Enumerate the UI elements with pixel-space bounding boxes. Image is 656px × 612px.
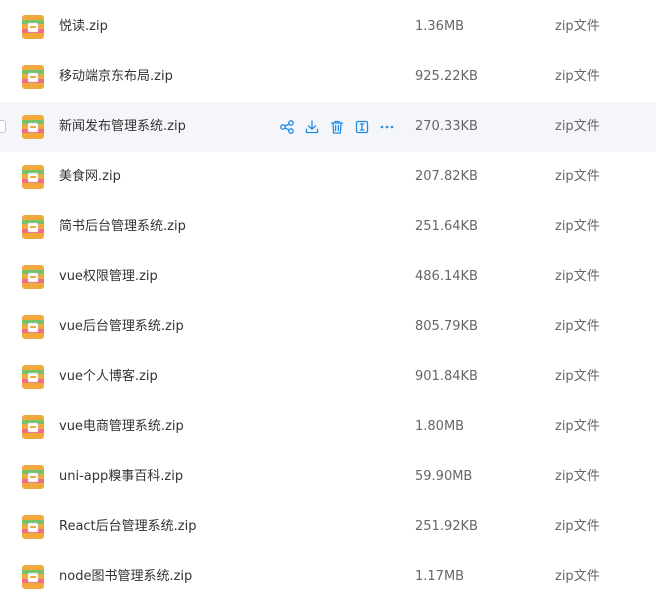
- file-size: 1.17MB: [415, 569, 465, 584]
- file-row[interactable]: 移动端京东布局.zip 925.22KB zip文件: [0, 52, 656, 102]
- zip-file-icon: [22, 65, 44, 89]
- file-size: 251.92KB: [415, 519, 478, 534]
- file-row-hovered[interactable]: 新闻发布管理系统.zip 270.33KB zip文件: [0, 102, 656, 152]
- file-list: 悦读.zip 1.36MB zip文件 移动端京东布局.zip 925.22KB…: [0, 2, 656, 602]
- file-type: zip文件: [555, 169, 600, 184]
- delete-icon[interactable]: [329, 119, 345, 135]
- file-size: 270.33KB: [415, 119, 478, 134]
- file-name[interactable]: 悦读.zip: [59, 2, 108, 52]
- file-size: 207.82KB: [415, 169, 478, 184]
- file-type: zip文件: [555, 19, 600, 34]
- file-size: 1.36MB: [415, 19, 465, 34]
- file-size: 251.64KB: [415, 219, 478, 234]
- file-name[interactable]: vue后台管理系统.zip: [59, 302, 184, 352]
- zip-file-icon: [22, 465, 44, 489]
- file-type: zip文件: [555, 269, 600, 284]
- file-name[interactable]: vue权限管理.zip: [59, 252, 158, 302]
- file-type: zip文件: [555, 119, 600, 134]
- file-type: zip文件: [555, 519, 600, 534]
- file-row[interactable]: vue后台管理系统.zip 805.79KB zip文件: [0, 302, 656, 352]
- file-name[interactable]: vue电商管理系统.zip: [59, 402, 184, 452]
- file-size: 59.90MB: [415, 469, 473, 484]
- file-type: zip文件: [555, 69, 600, 84]
- zip-file-icon: [22, 315, 44, 339]
- file-size: 805.79KB: [415, 319, 478, 334]
- file-size: 925.22KB: [415, 69, 478, 84]
- zip-file-icon: [22, 565, 44, 589]
- file-name[interactable]: React后台管理系统.zip: [59, 502, 196, 552]
- file-row[interactable]: vue权限管理.zip 486.14KB zip文件: [0, 252, 656, 302]
- file-row[interactable]: uni-app糗事百科.zip 59.90MB zip文件: [0, 452, 656, 502]
- file-type: zip文件: [555, 319, 600, 334]
- rename-icon[interactable]: [354, 119, 370, 135]
- zip-file-icon: [22, 115, 44, 139]
- file-size: 1.80MB: [415, 419, 465, 434]
- file-name[interactable]: 美食网.zip: [59, 152, 121, 202]
- zip-file-icon: [22, 215, 44, 239]
- file-row[interactable]: 简书后台管理系统.zip 251.64KB zip文件: [0, 202, 656, 252]
- file-name[interactable]: 新闻发布管理系统.zip: [59, 102, 186, 152]
- file-row[interactable]: vue电商管理系统.zip 1.80MB zip文件: [0, 402, 656, 452]
- file-size: 901.84KB: [415, 369, 478, 384]
- file-row[interactable]: node图书管理系统.zip 1.17MB zip文件: [0, 552, 656, 602]
- zip-file-icon: [22, 265, 44, 289]
- file-name[interactable]: 移动端京东布局.zip: [59, 52, 173, 102]
- zip-file-icon: [22, 165, 44, 189]
- zip-file-icon: [22, 515, 44, 539]
- file-name[interactable]: uni-app糗事百科.zip: [59, 452, 183, 502]
- file-type: zip文件: [555, 419, 600, 434]
- more-icon[interactable]: [379, 119, 395, 135]
- share-icon[interactable]: [279, 119, 295, 135]
- file-row[interactable]: 美食网.zip 207.82KB zip文件: [0, 152, 656, 202]
- zip-file-icon: [22, 15, 44, 39]
- zip-file-icon: [22, 365, 44, 389]
- file-size: 486.14KB: [415, 269, 478, 284]
- file-row[interactable]: vue个人博客.zip 901.84KB zip文件: [0, 352, 656, 402]
- row-actions: [279, 119, 404, 135]
- zip-file-icon: [22, 415, 44, 439]
- row-checkbox[interactable]: [0, 120, 6, 133]
- file-name[interactable]: vue个人博客.zip: [59, 352, 158, 402]
- file-name[interactable]: node图书管理系统.zip: [59, 552, 192, 602]
- download-icon[interactable]: [304, 119, 320, 135]
- file-name[interactable]: 简书后台管理系统.zip: [59, 202, 186, 252]
- file-row[interactable]: React后台管理系统.zip 251.92KB zip文件: [0, 502, 656, 552]
- file-type: zip文件: [555, 469, 600, 484]
- file-type: zip文件: [555, 369, 600, 384]
- file-row[interactable]: 悦读.zip 1.36MB zip文件: [0, 2, 656, 52]
- file-type: zip文件: [555, 219, 600, 234]
- file-type: zip文件: [555, 569, 600, 584]
